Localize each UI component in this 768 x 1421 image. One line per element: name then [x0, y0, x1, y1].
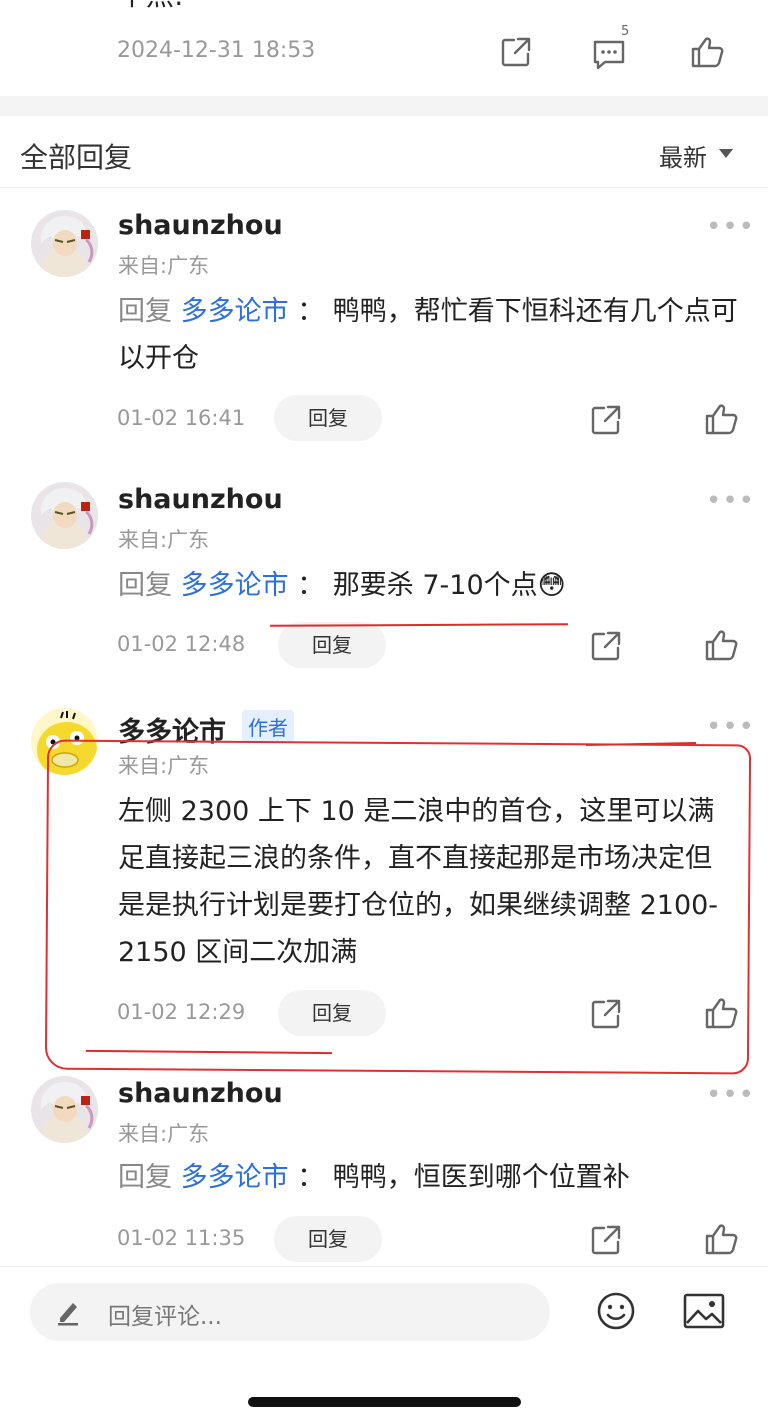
reply-button[interactable]: 回复: [278, 622, 386, 668]
comment-text: 回复 多多论市 ： 鸭鸭，帮忙看下恒科还有几个点可以开仓: [118, 288, 738, 382]
annotation-highlight-box: [44, 739, 752, 1075]
post-meta-bar: 2024-12-31 18:53 5: [0, 0, 768, 96]
section-divider: [0, 96, 768, 116]
mention-link[interactable]: 多多论市: [181, 1162, 289, 1193]
comment-content: 鸭鸭，恒医到哪个位置补: [332, 1162, 630, 1193]
pencil-icon: [56, 1298, 82, 1326]
mention-link[interactable]: 多多论市: [181, 570, 289, 601]
comment-timestamp: 01-02 16:41: [117, 406, 246, 430]
home-indicator: [248, 1397, 521, 1407]
more-options-icon[interactable]: •••: [706, 214, 755, 240]
comment-icon[interactable]: [592, 38, 626, 70]
reply-input[interactable]: 回复评论...: [30, 1283, 550, 1341]
avatar[interactable]: [31, 482, 98, 549]
reply-button[interactable]: 回复: [274, 395, 382, 441]
username[interactable]: shaunzhou: [118, 210, 283, 241]
reply-input-placeholder: 回复评论...: [108, 1304, 222, 1330]
reply-button[interactable]: 回复: [274, 1216, 382, 1262]
like-icon[interactable]: [690, 36, 724, 68]
separator: ：: [297, 296, 325, 327]
post-timestamp: 2024-12-31 18:53: [117, 38, 316, 63]
sort-dropdown[interactable]: 最新: [659, 138, 707, 173]
avatar[interactable]: [31, 1076, 98, 1143]
share-icon[interactable]: [590, 630, 622, 662]
like-icon[interactable]: [704, 629, 738, 661]
comment-item: shaunzhou ••• 来自:广东 回复 多多论市 ： 那要杀 7-10个点…: [0, 462, 768, 684]
share-icon[interactable]: [590, 404, 622, 436]
caret-down-icon[interactable]: [719, 149, 733, 158]
bottom-input-bar: 回复评论...: [0, 1266, 768, 1421]
share-icon[interactable]: [590, 1224, 622, 1256]
like-icon[interactable]: [704, 403, 738, 435]
comment-item: shaunzhou ••• 来自:广东 回复 多多论市 ： 鸭鸭，恒医到哪个位置…: [0, 1056, 768, 1266]
mention-link[interactable]: 多多论市: [181, 296, 289, 327]
separator: ：: [297, 570, 325, 601]
reply-prefix: 回复: [118, 296, 172, 327]
avatar[interactable]: [31, 210, 98, 277]
location-label: 来自:广东: [118, 528, 210, 552]
location-label: 来自:广东: [118, 254, 210, 278]
section-title: 全部回复: [20, 141, 133, 174]
like-icon[interactable]: [704, 1223, 738, 1255]
more-options-icon[interactable]: •••: [706, 488, 755, 514]
comment-timestamp: 01-02 11:35: [117, 1226, 246, 1250]
comment-text: 回复 多多论市 ： 鸭鸭，恒医到哪个位置补: [118, 1154, 738, 1201]
reply-prefix: 回复: [118, 1162, 172, 1193]
username[interactable]: shaunzhou: [118, 484, 283, 515]
replies-header: 全部回复 最新: [0, 116, 768, 188]
author-badge: 作者: [242, 710, 294, 743]
comment-count-badge: 5: [621, 24, 630, 39]
emoji-icon[interactable]: [596, 1291, 636, 1331]
share-icon[interactable]: [500, 36, 532, 68]
comment-text: 回复 多多论市 ： 那要杀 7-10个点😳: [118, 562, 738, 609]
image-icon[interactable]: [683, 1293, 725, 1329]
flushed-face-emoji: 😳: [537, 570, 566, 601]
more-options-icon[interactable]: •••: [706, 1082, 755, 1108]
location-label: 来自:广东: [118, 1122, 210, 1146]
reply-prefix: 回复: [118, 570, 172, 601]
comment-content: 那要杀 7-10个点: [332, 570, 538, 601]
username[interactable]: shaunzhou: [118, 1078, 283, 1109]
separator: ：: [297, 1162, 325, 1193]
comment-timestamp: 01-02 12:48: [117, 632, 246, 656]
comment-item: shaunzhou ••• 来自:广东 回复 多多论市 ： 鸭鸭，帮忙看下恒科还…: [0, 188, 768, 458]
more-options-icon[interactable]: •••: [706, 714, 755, 740]
